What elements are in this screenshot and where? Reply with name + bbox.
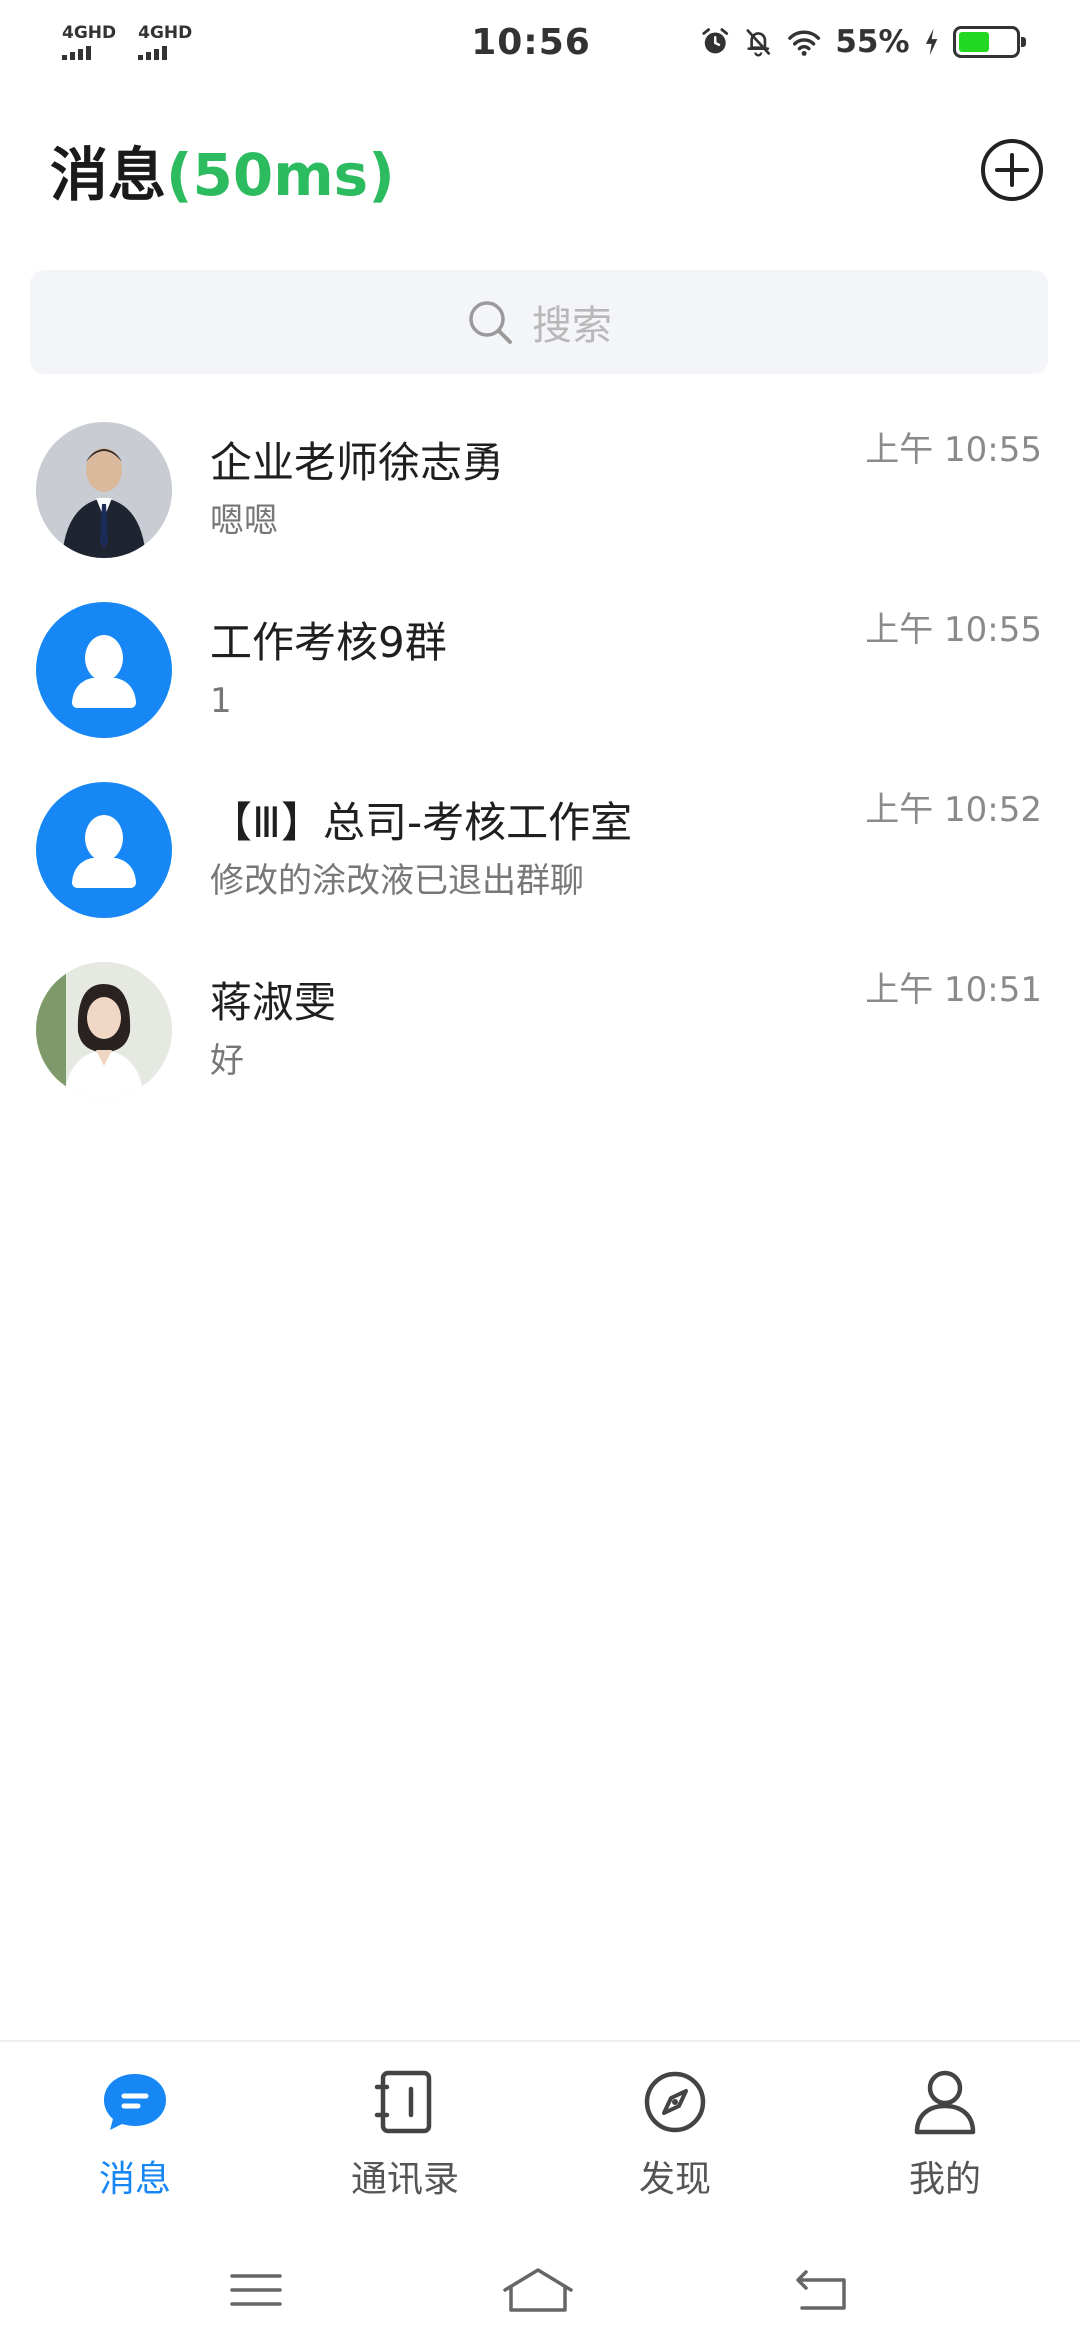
wifi-icon	[788, 30, 821, 56]
signal-indicators: 4GHD 4GHD	[62, 24, 362, 60]
page-title: 消息(50ms)	[50, 128, 395, 212]
system-nav-bar	[0, 2240, 1080, 2340]
conversation-preview: 修改的涂改液已退出群聊	[210, 861, 584, 901]
avatar	[36, 962, 172, 1098]
avatar	[36, 782, 172, 918]
nav-label: 消息	[98, 2159, 171, 2200]
nav-label: 我的	[908, 2159, 981, 2200]
bottom-nav: 消息 通讯录 发现 我的	[0, 2040, 1080, 2240]
conversation-preview: 1	[210, 681, 232, 721]
plus-circle-icon	[981, 139, 1043, 201]
nav-label: 通讯录	[350, 2159, 459, 2200]
search-icon	[469, 301, 512, 344]
nav-tab-me[interactable]: 我的	[810, 2042, 1080, 2240]
status-time: 10:56	[471, 21, 591, 63]
conversation-time: 上午 10:55	[865, 430, 1042, 470]
conversation-time: 上午 10:51	[865, 970, 1042, 1010]
battery-percent: 55%	[835, 24, 910, 60]
person-photo-icon	[36, 962, 172, 1098]
compass-icon	[644, 2071, 706, 2133]
person-photo-icon	[36, 422, 172, 558]
search-placeholder: 搜索	[532, 303, 612, 349]
avatar	[36, 602, 172, 738]
search-bar[interactable]: 搜索	[30, 270, 1048, 374]
contacts-icon	[374, 2070, 432, 2134]
nav-tab-discover[interactable]: 发现	[540, 2042, 810, 2240]
conversation-time: 上午 10:52	[865, 790, 1042, 830]
sim2-network-label: 4GHD	[138, 23, 193, 43]
add-button[interactable]	[978, 136, 1046, 204]
status-bar: 4GHD 4GHD 10:56 55%	[0, 0, 1080, 84]
back-icon[interactable]	[792, 2268, 852, 2312]
conversation-time: 上午 10:55	[865, 610, 1042, 650]
conversation-row[interactable]: 企业老师徐志勇 嗯嗯 上午 10:55	[0, 400, 1080, 580]
message-icon	[104, 2074, 166, 2130]
conversation-preview: 好	[210, 1041, 244, 1081]
nav-tab-messages[interactable]: 消息	[0, 2042, 270, 2240]
battery-icon	[952, 26, 1027, 58]
conversation-preview: 嗯嗯	[210, 501, 278, 541]
nav-tab-contacts[interactable]: 通讯录	[270, 2042, 540, 2240]
sim1-signal: 4GHD	[62, 24, 116, 60]
nav-label: 发现	[638, 2159, 711, 2200]
default-user-icon	[72, 635, 136, 708]
sim2-signal: 4GHD	[138, 24, 192, 60]
page-header: 消息(50ms)	[0, 120, 1080, 220]
home-icon[interactable]	[501, 2266, 575, 2314]
signal-bars-icon	[138, 44, 168, 60]
conversation-row[interactable]: 工作考核9群 1 上午 10:55	[0, 580, 1080, 760]
user-icon	[914, 2070, 976, 2135]
bell-off-icon	[746, 29, 771, 57]
conversation-row[interactable]: 【Ⅲ】总司-考核工作室 修改的涂改液已退出群聊 上午 10:52	[0, 760, 1080, 940]
battery-level-fill	[958, 32, 990, 52]
charging-icon	[925, 28, 937, 56]
latency-label: (50ms)	[166, 141, 395, 209]
avatar	[36, 422, 172, 558]
signal-bars-icon	[62, 44, 91, 60]
status-icons: 55%	[700, 24, 1027, 60]
page-title-text: 消息	[50, 141, 167, 209]
menu-icon[interactable]	[228, 2270, 284, 2310]
default-user-icon	[72, 815, 136, 888]
messages-screen: 4GHD 4GHD 10:56 55% 消息(50ms) 搜索 企业老师徐志勇 …	[0, 0, 1080, 2340]
conversation-list: 企业老师徐志勇 嗯嗯 上午 10:55 工作考核9群 1 上午 10:55 【Ⅲ…	[0, 400, 1080, 1120]
sim1-network-label: 4GHD	[62, 23, 117, 43]
conversation-row[interactable]: 蒋淑雯 好 上午 10:51	[0, 940, 1080, 1120]
alarm-icon	[702, 28, 729, 54]
